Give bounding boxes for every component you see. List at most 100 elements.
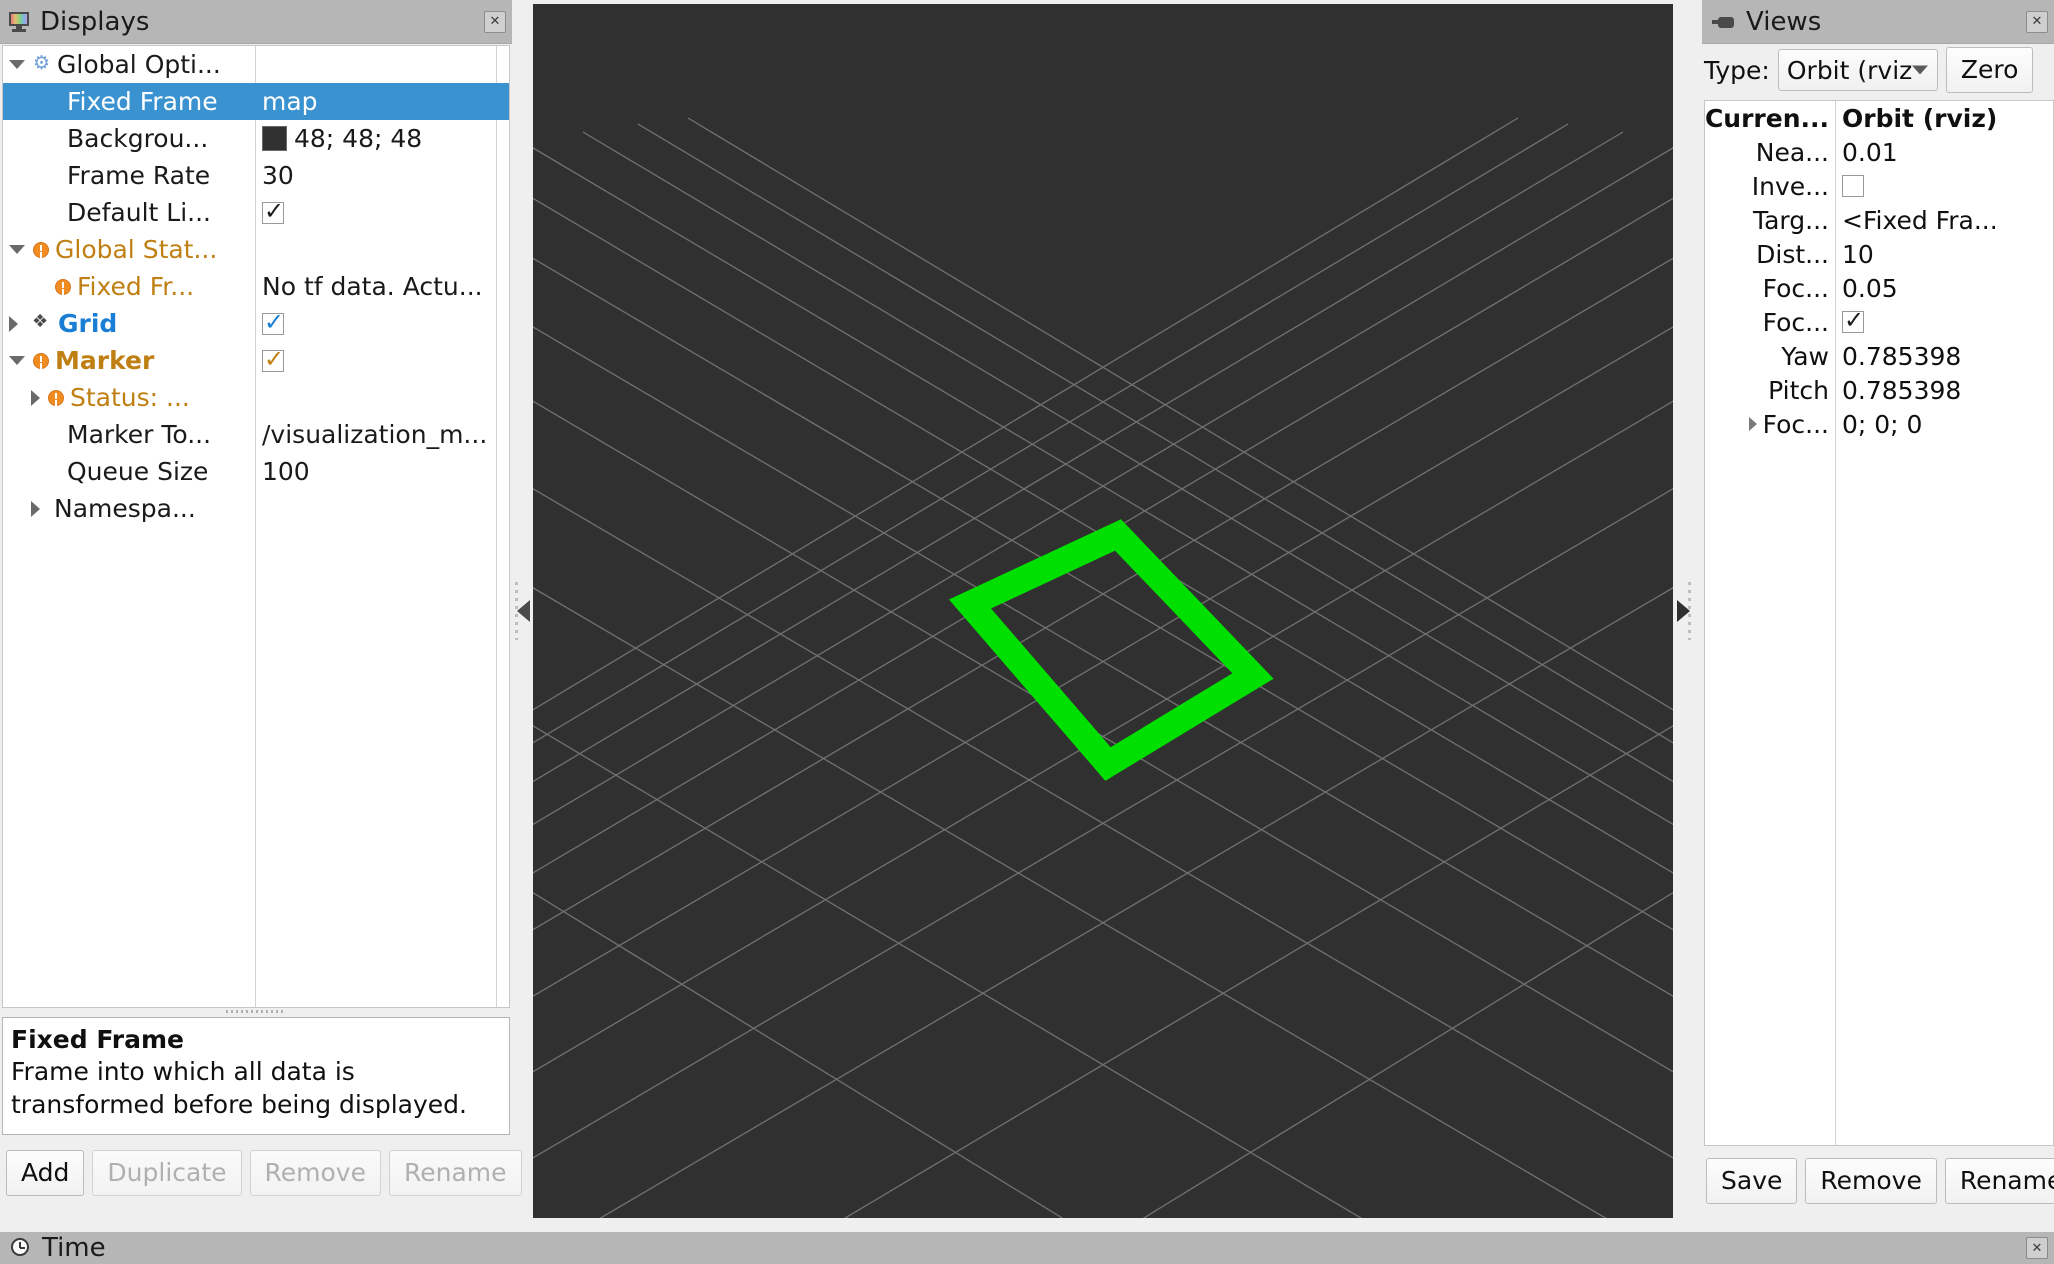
checkbox-invert-z[interactable] — [1842, 175, 1864, 197]
left-panel-splitter[interactable] — [513, 4, 533, 1218]
views-value[interactable]: 10 — [1842, 240, 1874, 269]
views-type-bar: Type: Orbit (rviz Zero — [1704, 47, 2054, 93]
tree-row-frame-rate[interactable]: Frame Rate 30 — [3, 157, 509, 194]
tree-row-marker[interactable]: Marker — [3, 342, 509, 379]
splitter-grip-icon — [1688, 582, 1691, 640]
tree-row-fixed-frame[interactable]: Fixed Frame map — [3, 83, 509, 120]
render-viewport-3d[interactable] — [533, 4, 1673, 1218]
chevron-right-icon[interactable] — [1748, 417, 1757, 431]
remove-button: Remove — [249, 1150, 381, 1196]
views-row-focal-shape-fixed-size[interactable]: Foc... — [1705, 305, 2053, 339]
tree-row-marker-status[interactable]: Status: ... — [3, 379, 509, 416]
views-label: Foc... — [1762, 307, 1829, 337]
tree-row-background-color[interactable]: Backgrou... 48; 48; 48 — [3, 120, 509, 157]
tree-label: Fixed Fr... — [77, 272, 195, 301]
tree-value[interactable]: 30 — [262, 161, 294, 190]
warning-icon — [55, 278, 71, 295]
chevron-down-icon[interactable] — [9, 60, 25, 69]
views-row-current-view[interactable]: Curren... Orbit (rviz) — [1705, 101, 2053, 135]
tree-label: Global Opti... — [57, 50, 221, 79]
tree-label: Default Li... — [67, 198, 212, 227]
views-label: Curren... — [1705, 103, 1829, 133]
views-value[interactable]: 0; 0; 0 — [1842, 410, 1922, 439]
tree-row-default-light[interactable]: Default Li... — [3, 194, 509, 231]
views-row-invert-z[interactable]: Inve... — [1705, 169, 2053, 203]
tree-label: Marker — [55, 346, 155, 375]
time-close-icon[interactable]: ✕ — [2026, 1237, 2048, 1259]
view-type-dropdown[interactable]: Orbit (rviz — [1777, 49, 1938, 91]
save-button[interactable]: Save — [1706, 1158, 1798, 1204]
displays-panel-titlebar: Displays ✕ — [0, 0, 512, 44]
monitor-icon — [8, 11, 30, 32]
views-value[interactable]: 0.01 — [1842, 138, 1898, 167]
displays-tree[interactable]: Global Opti... Fixed Frame map Backgrou.… — [2, 45, 510, 1008]
views-value[interactable]: 0.05 — [1842, 274, 1898, 303]
gear-icon — [33, 52, 51, 74]
tree-row-global-options[interactable]: Global Opti... — [3, 46, 509, 83]
tree-label: Status: ... — [70, 383, 190, 412]
tree-row-namespaces[interactable]: Namespa... — [3, 490, 509, 527]
views-panel-titlebar: Views ✕ — [1702, 0, 2054, 44]
grid-icon — [32, 311, 52, 332]
checkbox-grid-enabled[interactable] — [262, 309, 284, 335]
views-value[interactable]: 0.785398 — [1842, 376, 1961, 405]
tree-value[interactable]: 48; 48; 48 — [294, 124, 422, 153]
tree-value[interactable]: /visualization_m... — [262, 420, 487, 449]
chevron-down-icon[interactable] — [9, 245, 25, 254]
add-button[interactable]: Add — [6, 1150, 85, 1196]
views-row-distance[interactable]: Dist... 10 — [1705, 237, 2053, 271]
views-value[interactable]: 0.785398 — [1842, 342, 1961, 371]
views-label: Dist... — [1756, 239, 1829, 269]
rename-button: Rename — [388, 1150, 522, 1196]
displays-panel-title: Displays — [40, 6, 150, 37]
views-row-near-clip[interactable]: Nea... 0.01 — [1705, 135, 2053, 169]
collapse-left-icon[interactable] — [516, 600, 530, 622]
chevron-right-icon[interactable] — [31, 500, 40, 517]
right-panel-splitter[interactable] — [1673, 4, 1693, 1218]
views-label: Foc... — [1762, 273, 1829, 303]
tree-label: Grid — [58, 309, 118, 338]
views-row-target-frame[interactable]: Targ... <Fixed Fra... — [1705, 203, 2053, 237]
checkbox-default-light[interactable] — [262, 198, 284, 224]
views-row-focal-point[interactable]: Foc... 0; 0; 0 — [1705, 407, 2053, 441]
tree-label: Frame Rate — [67, 161, 211, 190]
viewport-background — [533, 4, 1673, 1218]
displays-close-icon[interactable]: ✕ — [484, 10, 506, 33]
views-label: Foc... — [1762, 409, 1829, 439]
camera-icon — [1712, 14, 1736, 30]
warning-icon — [48, 389, 64, 406]
tree-row-grid[interactable]: Grid — [3, 305, 509, 342]
zero-button[interactable]: Zero — [1945, 47, 2034, 93]
views-close-icon[interactable]: ✕ — [2026, 10, 2048, 33]
chevron-right-icon[interactable] — [31, 389, 40, 406]
chevron-right-icon[interactable] — [9, 315, 18, 332]
splitter-grip-icon — [515, 582, 518, 640]
warning-icon — [33, 352, 49, 369]
time-panel-title: Time — [42, 1233, 106, 1263]
tree-row-queue-size[interactable]: Queue Size 100 — [3, 453, 509, 490]
description-splitter[interactable] — [2, 1007, 510, 1015]
views-row-yaw[interactable]: Yaw 0.785398 — [1705, 339, 2053, 373]
tree-row-global-status[interactable]: Global Stat... — [3, 231, 509, 268]
tree-row-fixed-frame-status[interactable]: Fixed Fr... No tf data. Actu... — [3, 268, 509, 305]
tree-label: Queue Size — [67, 457, 209, 486]
views-row-pitch[interactable]: Pitch 0.785398 — [1705, 373, 2053, 407]
views-remove-button[interactable]: Remove — [1805, 1158, 1937, 1204]
splitter-grip-icon — [226, 1009, 286, 1013]
views-tree[interactable]: Curren... Orbit (rviz) Nea... 0.01 Inve.… — [1704, 100, 2054, 1146]
views-label: Pitch — [1768, 375, 1829, 405]
view-type-value: Orbit (rviz — [1786, 55, 1913, 85]
tree-value[interactable]: 100 — [262, 457, 310, 486]
views-value[interactable]: <Fixed Fra... — [1842, 206, 1998, 235]
chevron-down-icon[interactable] — [9, 356, 25, 365]
checkbox-focal-shape-fixed-size[interactable] — [1842, 307, 1864, 333]
tree-value[interactable]: map — [262, 87, 318, 116]
tree-value: No tf data. Actu... — [262, 272, 483, 301]
checkbox-marker-enabled[interactable] — [262, 346, 284, 372]
views-row-focal-shape-size[interactable]: Foc... 0.05 — [1705, 271, 2053, 305]
views-rename-button[interactable]: Rename — [1944, 1158, 2054, 1204]
color-swatch[interactable] — [262, 126, 287, 151]
tree-label: Namespa... — [54, 494, 196, 523]
duplicate-button: Duplicate — [92, 1150, 242, 1196]
tree-row-marker-topic[interactable]: Marker To... /visualization_m... — [3, 416, 509, 453]
